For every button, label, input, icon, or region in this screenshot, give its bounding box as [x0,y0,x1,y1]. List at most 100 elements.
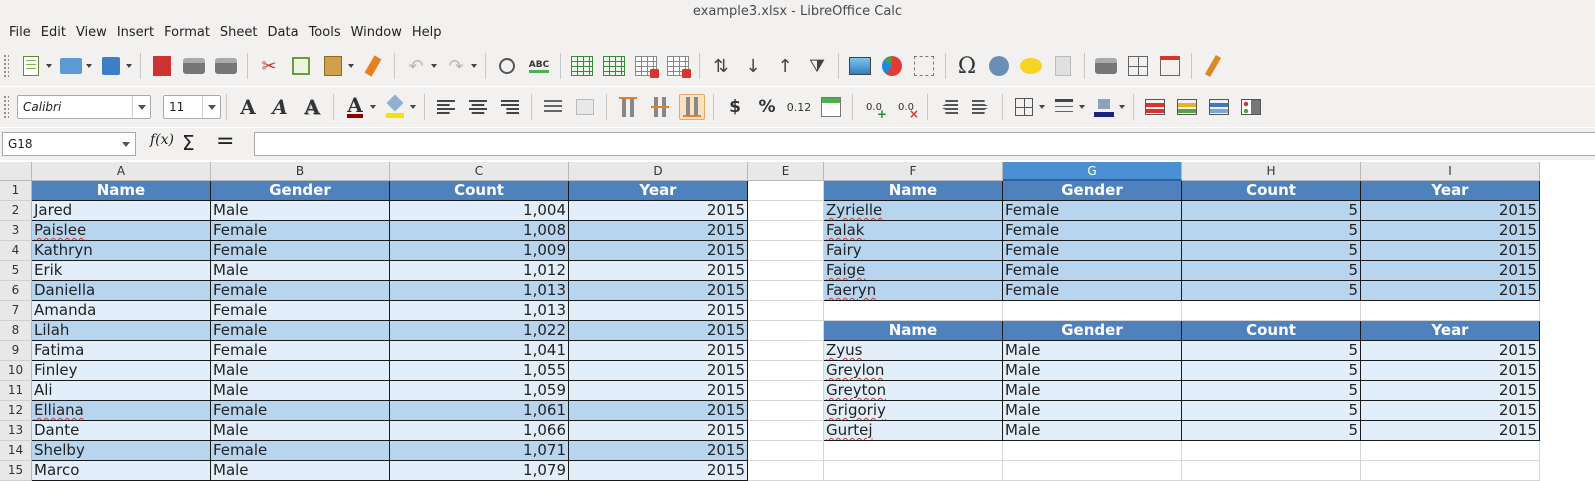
menu-view[interactable]: View [71,21,112,45]
menu-tools[interactable]: Tools [304,21,346,45]
menu-sheet[interactable]: Sheet [215,21,263,45]
female-table-data-cell[interactable]: Falak [824,221,1003,241]
row-header[interactable]: 6 [0,281,32,301]
row-header[interactable]: 9 [0,341,32,361]
column-header-h[interactable]: H [1182,162,1361,181]
column-header-f[interactable]: F [824,162,1003,181]
row-header[interactable]: 2 [0,201,32,221]
grid-cell[interactable] [748,281,824,301]
male-table-header-cell[interactable]: Name [824,321,1003,341]
female-table-data-cell[interactable]: Zyrielle [824,201,1003,221]
female-table-data-cell[interactable]: 2015 [1361,281,1540,301]
menu-data[interactable]: Data [263,21,304,45]
male-table-data-cell[interactable]: 2015 [1361,401,1540,421]
sum-icon[interactable]: Σ [182,131,195,155]
row-header[interactable]: 14 [0,441,32,461]
row-header[interactable]: 1 [0,181,32,201]
female-table-data-cell[interactable]: Female [1003,201,1182,221]
grid-cell[interactable] [824,301,1003,321]
main-table-data-cell[interactable]: 1,022 [390,321,569,341]
main-table-data-cell[interactable]: 1,059 [390,381,569,401]
female-table-data-cell[interactable]: 2015 [1361,201,1540,221]
female-table-data-cell[interactable]: Female [1003,281,1182,301]
formula-icon[interactable]: = [216,129,234,154]
column-header-a[interactable]: A [32,162,211,181]
hyperlink-button[interactable] [986,53,1012,79]
female-table-data-cell[interactable]: 2015 [1361,221,1540,241]
conditional-format-button[interactable] [1142,94,1168,120]
male-table-data-cell[interactable]: 5 [1182,361,1361,381]
font-size-value[interactable]: 11 [164,100,202,114]
male-table-data-cell[interactable]: 5 [1182,421,1361,441]
male-table-data-cell[interactable]: Male [1003,421,1182,441]
main-table-data-cell[interactable]: 2015 [569,261,748,281]
grid-cell[interactable] [1003,461,1182,481]
wrap-text-button[interactable] [540,94,566,120]
male-table-data-cell[interactable]: 5 [1182,401,1361,421]
increase-indent-button[interactable] [936,94,962,120]
grid-cell[interactable] [1003,301,1182,321]
male-table-data-cell[interactable]: Zyus [824,341,1003,361]
chevron-down-icon[interactable] [117,133,135,155]
male-table-data-cell[interactable]: Greyton [824,381,1003,401]
main-table-data-cell[interactable]: 2015 [569,221,748,241]
grid-cell[interactable] [1182,461,1361,481]
main-table-data-cell[interactable]: Lilah [32,321,211,341]
copy-button[interactable] [288,53,314,79]
print-button[interactable] [181,53,207,79]
main-table-data-cell[interactable]: Finley [32,361,211,381]
redo-dropdown[interactable] [470,53,478,79]
grid-cell[interactable] [1003,441,1182,461]
main-table-data-cell[interactable]: 2015 [569,301,748,321]
column-header-b[interactable]: B [211,162,390,181]
border-color-dropdown[interactable] [1118,94,1126,120]
female-table-data-cell[interactable]: 2015 [1361,261,1540,281]
main-table-data-cell[interactable]: Erik [32,261,211,281]
column-header-c[interactable]: C [390,162,569,181]
row-header[interactable]: 3 [0,221,32,241]
main-table-data-cell[interactable]: Amanda [32,301,211,321]
cut-button[interactable]: ✂ [256,53,282,79]
male-table-data-cell[interactable]: 5 [1182,341,1361,361]
open-button[interactable] [58,53,84,79]
female-table-data-cell[interactable]: Female [1003,261,1182,281]
column-header-d[interactable]: D [569,162,748,181]
row-header[interactable]: 4 [0,241,32,261]
sort-button[interactable]: ⇅ [708,53,734,79]
main-table-data-cell[interactable]: 2015 [569,281,748,301]
column-header-i[interactable]: I [1361,162,1540,181]
font-color-dropdown[interactable] [369,94,377,120]
female-table-header-cell[interactable]: Gender [1003,181,1182,201]
main-table-data-cell[interactable]: 1,013 [390,301,569,321]
female-table-data-cell[interactable]: Female [1003,241,1182,261]
row-header[interactable]: 12 [0,401,32,421]
main-table-data-cell[interactable]: Male [211,421,390,441]
main-table-data-cell[interactable]: 2015 [569,361,748,381]
save-button[interactable] [98,53,124,79]
male-table-data-cell[interactable]: 2015 [1361,381,1540,401]
autofilter-button[interactable]: ⧩ [804,53,830,79]
grid-cell[interactable] [1361,461,1540,481]
grid-cell[interactable] [748,361,824,381]
main-table-data-cell[interactable]: Male [211,201,390,221]
undo-dropdown[interactable] [430,53,438,79]
main-table-header-cell[interactable]: Year [569,181,748,201]
main-table-header-cell[interactable]: Count [390,181,569,201]
clone-formatting-button[interactable] [360,53,386,79]
female-table-data-cell[interactable]: 5 [1182,221,1361,241]
freeze-rows-columns-button[interactable] [1125,53,1151,79]
row-header[interactable]: 7 [0,301,32,321]
chevron-down-icon[interactable] [202,96,220,118]
main-table-data-cell[interactable]: Male [211,361,390,381]
pivot-table-button[interactable] [911,53,937,79]
main-table-data-cell[interactable]: 1,079 [390,461,569,481]
female-table-header-cell[interactable]: Name [824,181,1003,201]
main-table-data-cell[interactable]: 2015 [569,341,748,361]
main-table-data-cell[interactable]: Female [211,401,390,421]
main-table-data-cell[interactable]: 1,012 [390,261,569,281]
sort-ascending-button[interactable]: ↑ [772,53,798,79]
male-table-data-cell[interactable]: Male [1003,361,1182,381]
delete-columns-button[interactable] [665,53,691,79]
main-table-data-cell[interactable]: Paislee [32,221,211,241]
main-table-data-cell[interactable]: 1,071 [390,441,569,461]
